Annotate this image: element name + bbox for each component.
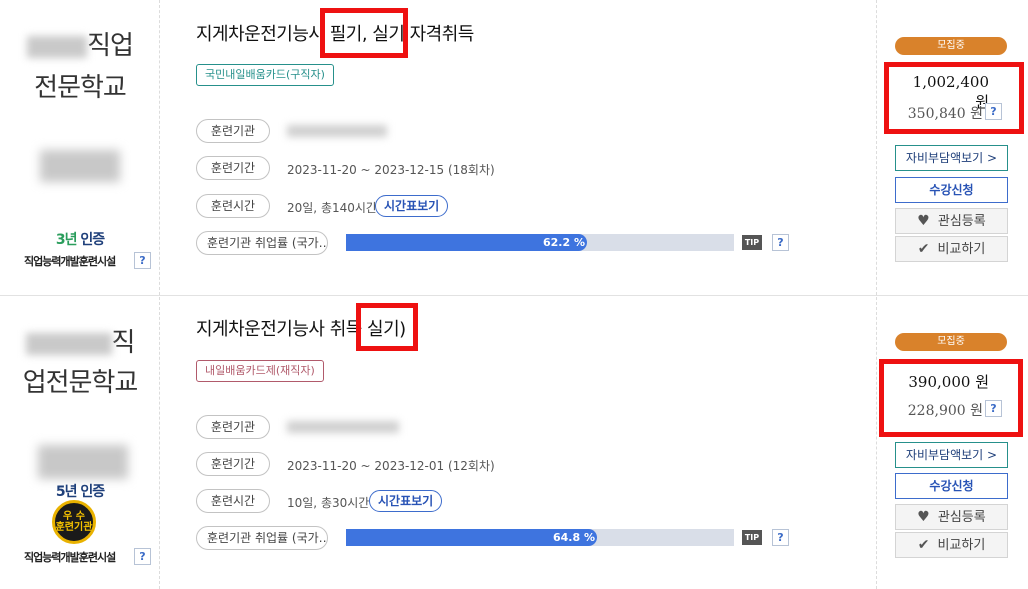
org-name — [287, 125, 387, 137]
self-pay-button[interactable]: 자비부담액보기 > — [895, 442, 1008, 468]
employment-label[interactable]: 훈련기관 취업률 (국가… — [196, 231, 328, 255]
facility-label: 직업능력개발훈련시설 — [24, 551, 116, 564]
check-icon: ✔ — [917, 537, 930, 553]
employment-rate-bar: 64.8 % — [346, 529, 734, 546]
timetable-button[interactable]: 시간표보기 — [375, 195, 449, 217]
period-value: 2023-11-20 ~ 2023-12-15 (18회차) — [287, 163, 495, 177]
like-button[interactable]: ♥ 관심등록 — [895, 208, 1008, 234]
help-icon[interactable]: ? — [772, 234, 789, 251]
hours-label: 훈련시간 — [196, 194, 270, 218]
heart-icon: ♥ — [917, 213, 930, 229]
tip-badge[interactable]: TIP — [742, 530, 762, 545]
help-icon[interactable]: ? — [134, 548, 151, 565]
facility-label: 직업능력개발훈련시설 — [24, 255, 116, 268]
institution-panel: 직업 전문학교 3년 인증 직업능력개발훈련시설 ? — [0, 0, 160, 295]
excellent-institution-medal: 우 수 훈련기관 — [52, 500, 96, 544]
period-value: 2023-11-20 ~ 2023-12-01 (12회차) — [287, 459, 495, 473]
employment-label[interactable]: 훈련기관 취업률 (국가… — [196, 526, 328, 550]
highlight-box — [884, 62, 1024, 134]
timetable-button[interactable]: 시간표보기 — [369, 490, 443, 512]
org-name — [287, 421, 399, 433]
heart-icon: ♥ — [917, 509, 930, 525]
employment-rate-value: 64.8 % — [553, 531, 595, 544]
institution-panel: 직 업전문학교 5년 인증 우 수 훈련기관 직업능력개발훈련시설 ? — [0, 297, 160, 589]
highlight-box — [356, 303, 418, 351]
employment-rate-bar: 62.2 % — [346, 234, 734, 251]
institution-name-line2: 업전문학교 — [22, 368, 139, 398]
funding-tag: 국민내일배움카드(구직자) — [196, 64, 334, 86]
price-panel: 모집중 390,000 원 228,900 원 ? 자비부담액보기 > 수강신청… — [876, 297, 1028, 589]
org-label: 훈련기관 — [196, 415, 270, 439]
certification-badge: 3년 인증 — [55, 232, 105, 248]
status-badge: 모집중 — [895, 333, 1007, 351]
certification-badge: 5년 인증 — [55, 484, 105, 500]
institution-name[interactable]: 직 — [0, 321, 160, 365]
funding-tag: 내일배움카드제(재직자) — [196, 360, 324, 382]
institution-name-line2: 전문학교 — [34, 73, 127, 103]
help-icon[interactable]: ? — [772, 529, 789, 546]
course-card: 직 업전문학교 5년 인증 우 수 훈련기관 직업능력개발훈련시설 ? 지게차운… — [0, 297, 1028, 589]
like-button[interactable]: ♥ 관심등록 — [895, 504, 1008, 530]
institution-logo — [40, 150, 120, 182]
institution-name[interactable]: 직업 — [0, 24, 160, 68]
help-icon[interactable]: ? — [134, 252, 151, 269]
highlight-box — [320, 8, 408, 58]
hours-value: 10일, 총30시간 — [287, 496, 370, 510]
period-label: 훈련기간 — [196, 156, 270, 180]
institution-logo — [38, 445, 128, 479]
period-label: 훈련기간 — [196, 452, 270, 476]
org-label: 훈련기관 — [196, 119, 270, 143]
tip-badge[interactable]: TIP — [742, 235, 762, 250]
self-pay-button[interactable]: 자비부담액보기 > — [895, 145, 1008, 171]
compare-button[interactable]: ✔ 비교하기 — [895, 236, 1008, 262]
compare-button[interactable]: ✔ 비교하기 — [895, 532, 1008, 558]
apply-button[interactable]: 수강신청 — [895, 177, 1008, 203]
price-panel: 모집중 1,002,400 원 350,840 원 ? 자비부담액보기 > 수강… — [876, 0, 1028, 295]
hours-value: 20일, 총140시간 — [287, 201, 377, 215]
status-badge: 모집중 — [895, 37, 1007, 55]
course-card: 직업 전문학교 3년 인증 직업능력개발훈련시설 ? 지게차운전기능사 필기, … — [0, 0, 1028, 296]
apply-button[interactable]: 수강신청 — [895, 473, 1008, 499]
employment-rate-value: 62.2 % — [543, 236, 585, 249]
check-icon: ✔ — [917, 241, 930, 257]
hours-label: 훈련시간 — [196, 489, 270, 513]
highlight-box — [879, 359, 1023, 437]
